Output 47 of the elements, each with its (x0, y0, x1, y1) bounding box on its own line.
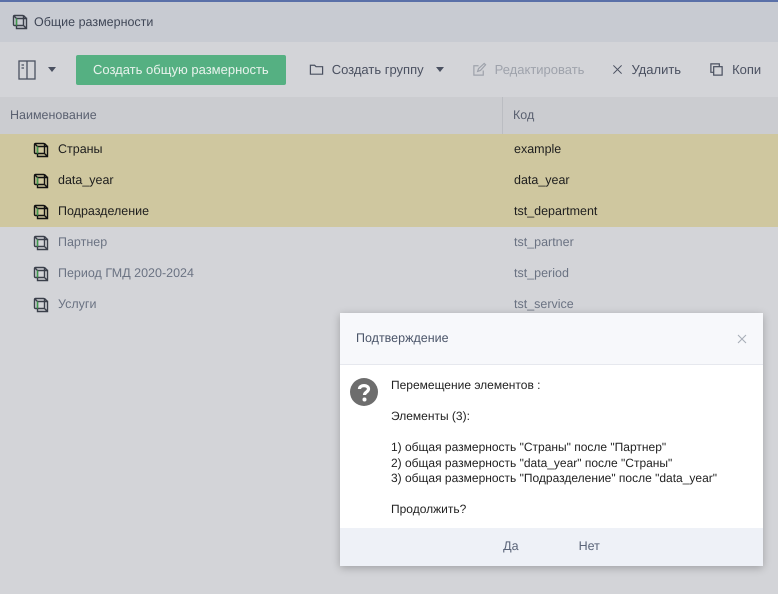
table-row[interactable]: Период ГМД 2020-2024 tst_period (0, 258, 778, 289)
cube-icon (33, 142, 49, 158)
dialog-button[interactable]: Нет (558, 532, 620, 562)
cube-icon (33, 266, 49, 282)
name-cell-text: data_year (58, 172, 114, 190)
name-cell-text: Страны (58, 141, 103, 158)
code-cell-text: tst_service (513, 296, 574, 314)
name-cell-text: Услуги (58, 296, 96, 314)
caret-icon (436, 67, 444, 72)
table-row[interactable]: Услуги tst_service (0, 289, 778, 320)
code-cell-text: example (513, 141, 562, 158)
edit-icon (472, 62, 487, 77)
toolbar-button[interactable]: Удалить (601, 54, 692, 84)
table-row[interactable]: Страны example (0, 134, 778, 165)
column-header[interactable]: Код (503, 97, 778, 134)
message-text: 3) общая размерность "Подразделение" после "data_year" (391, 471, 717, 486)
code-cell-text: data_year (513, 172, 570, 190)
message-text: 1) общая размерность "Страны" после "Партнер" (391, 440, 668, 456)
message-text: Элементы (3): (391, 409, 471, 424)
close-icon (612, 64, 624, 75)
dialog-button[interactable]: Да (483, 532, 539, 562)
cube-icon (33, 172, 49, 188)
cube-icon (33, 234, 49, 250)
dialog-title: Подтверждение (356, 330, 449, 348)
caret-icon (48, 67, 56, 72)
code-cell-text: tst_partner (513, 234, 574, 252)
cube-icon (33, 204, 49, 220)
folder-icon (308, 62, 324, 77)
copy-icon (709, 62, 724, 77)
name-cell-text: Подразделение (58, 203, 150, 220)
window-title: Общие размерности (34, 14, 154, 31)
question-icon (350, 378, 378, 406)
panel-layout-icon (18, 60, 36, 80)
code-cell-text: tst_department (513, 203, 598, 220)
table-row[interactable]: Подразделение tst_department (0, 196, 778, 227)
name-cell-text: Партнер (58, 234, 108, 252)
code-cell-text: tst_period (513, 265, 569, 282)
toolbar-button[interactable]: Создать группу (298, 54, 455, 84)
table-row[interactable]: Партнер tst_partner (0, 227, 778, 258)
table-row[interactable]: data_year data_year (0, 165, 778, 196)
message-text: Перемещение элементов : (391, 378, 542, 394)
cube-icon (12, 14, 28, 30)
toolbar-button[interactable]: Копи (698, 54, 772, 84)
cube-icon (33, 296, 49, 312)
message-text: Продолжить? (391, 502, 468, 518)
name-cell-text: Период ГМД 2020-2024 (58, 265, 194, 282)
message-text: 2) общая размерность "data_year" после "Страны" (391, 456, 674, 471)
